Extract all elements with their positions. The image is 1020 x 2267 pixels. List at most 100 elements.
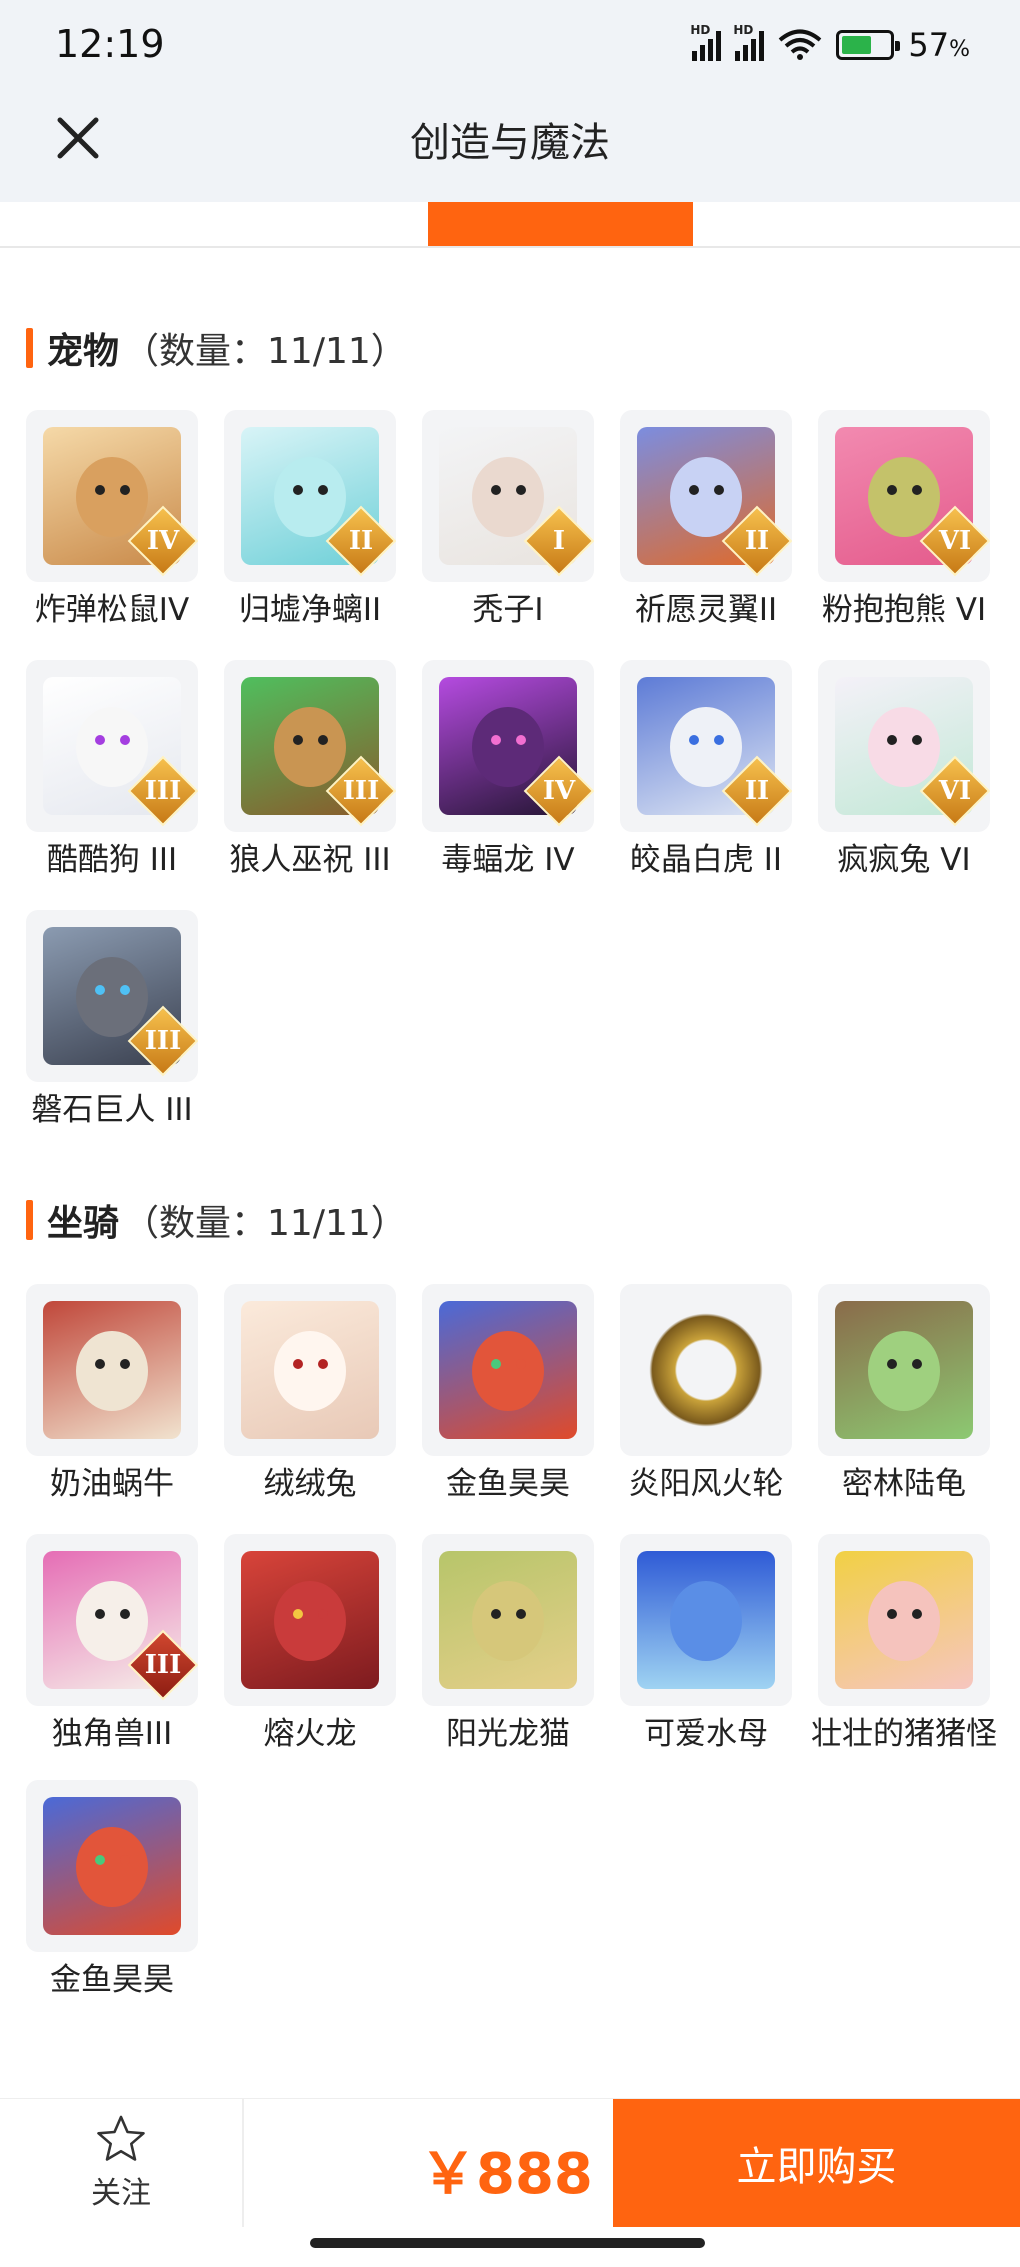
- mount-item[interactable]: 密林陆龟: [818, 1284, 990, 1506]
- mount-name: 壮壮的猪猪怪: [811, 1716, 997, 1752]
- mount-item[interactable]: 奶油蜗牛: [26, 1284, 198, 1506]
- status-icons: HD HD 57%: [690, 23, 970, 64]
- mount-thumbnail: [26, 1284, 198, 1456]
- pet-name: 归墟净螭II: [238, 592, 382, 628]
- pet-item[interactable]: IV 毒蝠龙 IV: [422, 660, 594, 882]
- tier-badge: VI: [938, 526, 972, 556]
- tier-badge: II: [348, 526, 374, 556]
- mount-item[interactable]: 熔火龙: [224, 1534, 396, 1756]
- tier-badge: III: [144, 1026, 182, 1056]
- tier-badge: II: [744, 526, 770, 556]
- mount-item[interactable]: 壮壮的猪猪怪: [811, 1534, 997, 1756]
- mount-thumbnail: [620, 1284, 792, 1456]
- mount-name: 绒绒兔: [263, 1466, 357, 1502]
- pet-thumbnail: II: [224, 410, 396, 582]
- pet-name: 磐石巨人 III: [31, 1092, 193, 1128]
- pet-item[interactable]: VI 疯疯兔 VI: [818, 660, 990, 882]
- mount-name: 奶油蜗牛: [50, 1466, 174, 1502]
- tab-strip: [0, 202, 1020, 248]
- mount-name: 金鱼昊昊: [446, 1466, 570, 1502]
- mount-item[interactable]: 炎阳风火轮: [620, 1284, 792, 1506]
- mount-item[interactable]: 阳光龙猫: [422, 1534, 594, 1756]
- battery-percent: 57%: [908, 26, 970, 64]
- pet-item[interactable]: III 酷酷狗 III: [26, 660, 198, 882]
- pet-name: 皎晶白虎 II: [629, 842, 783, 878]
- pet-item[interactable]: III 狼人巫祝 III: [224, 660, 396, 882]
- pet-thumbnail: IV: [26, 410, 198, 582]
- section-header-mounts: 坐骑 （数量：11/11）: [26, 1194, 407, 1246]
- mount-thumbnail: III: [26, 1534, 198, 1706]
- mount-name: 独角兽III: [51, 1716, 173, 1752]
- footer-divider: [242, 2099, 244, 2227]
- mount-name: 密林陆龟: [842, 1466, 966, 1502]
- mount-item[interactable]: 金鱼昊昊: [26, 1780, 198, 2002]
- bottom-bar: 关注 ￥888 立即购买: [0, 2098, 1020, 2227]
- mount-thumbnail: [818, 1284, 990, 1456]
- pet-name: 酷酷狗 III: [46, 842, 178, 878]
- tier-badge: IV: [542, 776, 576, 806]
- section-title: 宠物: [47, 331, 120, 372]
- pets-grid: IV 炸弹松鼠IV II 归墟净螭II I 秃子I II 祈愿灵翼II VI 粉…: [26, 410, 996, 1132]
- pet-item[interactable]: I 秃子I: [422, 410, 594, 632]
- mount-name: 熔火龙: [263, 1716, 357, 1752]
- mount-thumbnail: [422, 1534, 594, 1706]
- pet-name: 炸弹松鼠IV: [34, 592, 190, 628]
- section-accent-bar: [26, 1200, 33, 1240]
- pet-name: 毒蝠龙 IV: [441, 842, 575, 878]
- header: 创造与魔法: [0, 90, 1020, 202]
- tier-badge: IV: [146, 526, 180, 556]
- price: ￥888: [420, 2142, 593, 2207]
- pet-item[interactable]: II 皎晶白虎 II: [620, 660, 792, 882]
- pet-thumbnail: I: [422, 410, 594, 582]
- tier-badge: VI: [938, 776, 972, 806]
- pet-item[interactable]: III 磐石巨人 III: [26, 910, 198, 1132]
- section-count: （数量：11/11）: [123, 331, 407, 372]
- pet-item[interactable]: II 祈愿灵翼II: [620, 410, 792, 632]
- pet-thumbnail: III: [224, 660, 396, 832]
- status-bar: 12:19 HD HD 57%: [0, 0, 1020, 90]
- home-indicator[interactable]: [310, 2238, 705, 2248]
- section-accent-bar: [26, 328, 33, 368]
- pet-name: 疯疯兔 VI: [837, 842, 971, 878]
- follow-label: 关注: [91, 2176, 151, 2211]
- tier-badge: II: [744, 776, 770, 806]
- section-title: 坐骑: [47, 1203, 120, 1244]
- mount-item[interactable]: 可爱水母: [620, 1534, 792, 1756]
- mount-name: 炎阳风火轮: [628, 1466, 784, 1502]
- pet-item[interactable]: II 归墟净螭II: [224, 410, 396, 632]
- tier-badge: I: [552, 526, 566, 556]
- buy-now-button[interactable]: 立即购买: [613, 2099, 1020, 2227]
- pet-name: 秃子I: [472, 592, 544, 628]
- mount-name: 金鱼昊昊: [50, 1962, 174, 1998]
- mounts-grid: 奶油蜗牛 绒绒兔 金鱼昊昊 炎阳风火轮 密林陆龟 III 独角兽III 熔火龙 …: [26, 1284, 997, 2002]
- pet-item[interactable]: IV 炸弹松鼠IV: [26, 410, 198, 632]
- section-header-pets: 宠物 （数量：11/11）: [26, 322, 407, 374]
- star-icon: [97, 2115, 145, 2161]
- wifi-icon: [779, 29, 822, 60]
- pet-thumbnail: VI: [818, 410, 990, 582]
- mount-thumbnail: [26, 1780, 198, 1952]
- mount-item[interactable]: 金鱼昊昊: [422, 1284, 594, 1506]
- pet-thumbnail: II: [620, 410, 792, 582]
- mount-name: 阳光龙猫: [446, 1716, 570, 1752]
- mount-thumbnail: [422, 1284, 594, 1456]
- mount-thumbnail: [224, 1284, 396, 1456]
- pet-thumbnail: VI: [818, 660, 990, 832]
- signal-icon: HD: [690, 23, 722, 61]
- status-time: 12:19: [55, 22, 165, 66]
- pet-name: 祈愿灵翼II: [634, 592, 778, 628]
- tab-active[interactable]: [428, 202, 693, 246]
- pet-thumbnail: IV: [422, 660, 594, 832]
- mount-item[interactable]: III 独角兽III: [26, 1534, 198, 1756]
- section-count: （数量：11/11）: [123, 1203, 407, 1244]
- mount-item[interactable]: 绒绒兔: [224, 1284, 396, 1506]
- tier-badge: III: [144, 776, 182, 806]
- mount-name: 可爱水母: [644, 1716, 768, 1752]
- page-title: 创造与魔法: [410, 120, 610, 166]
- pet-item[interactable]: VI 粉抱抱熊 VI: [818, 410, 990, 632]
- signal-icon-2: HD: [733, 23, 765, 61]
- pet-thumbnail: II: [620, 660, 792, 832]
- tier-badge: III: [144, 1650, 182, 1680]
- mount-thumbnail: [818, 1534, 990, 1706]
- follow-button[interactable]: 关注: [0, 2099, 242, 2227]
